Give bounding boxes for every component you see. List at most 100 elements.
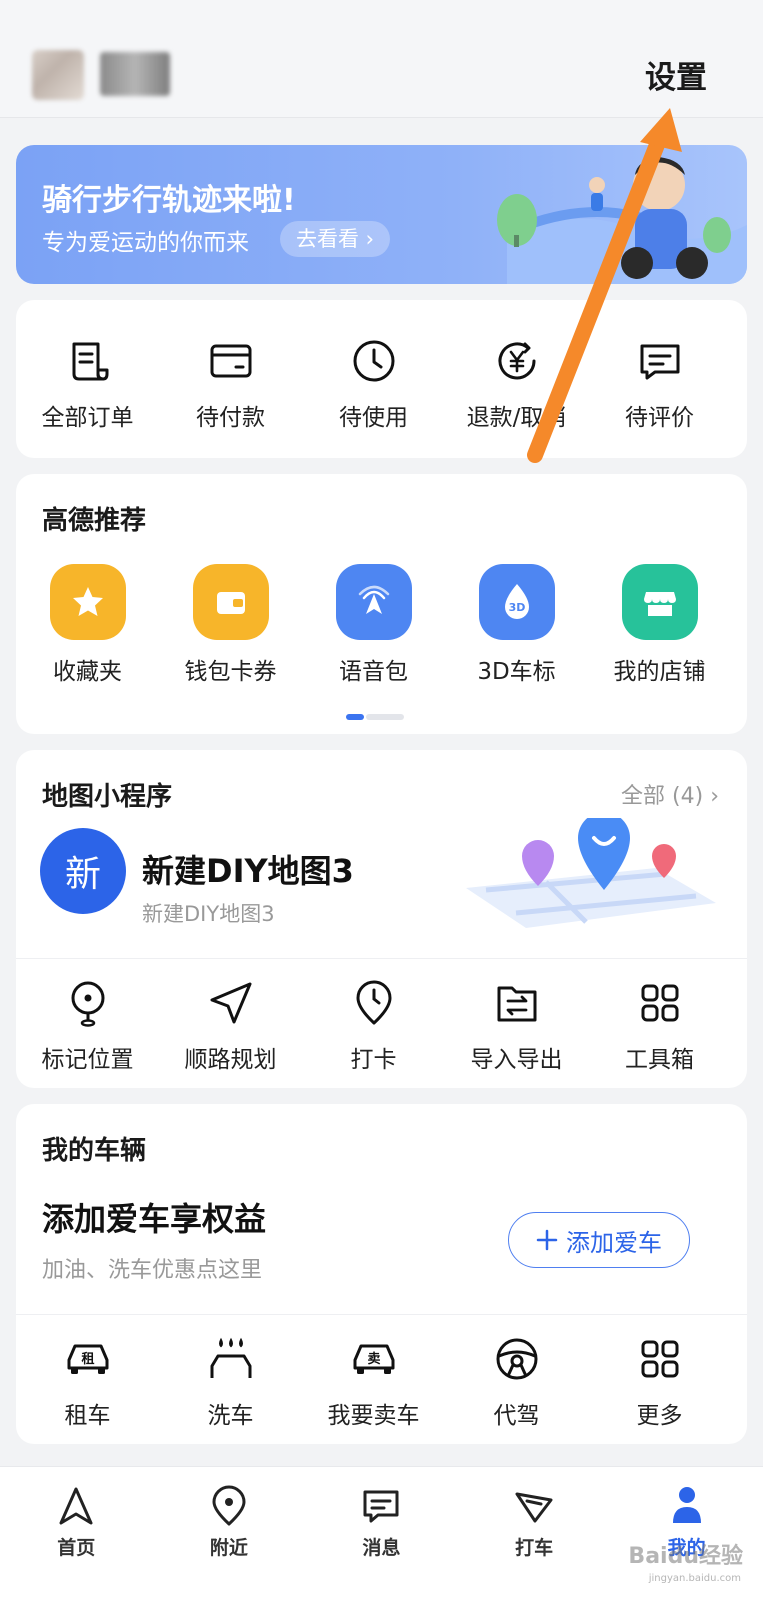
tab-home[interactable]: 首页	[0, 1467, 153, 1600]
rent-car-icon: 租	[67, 1344, 108, 1374]
diy-map-title[interactable]: 新建DIY地图3	[142, 846, 354, 892]
plus-icon	[536, 1229, 558, 1251]
tab-home-label: 首页	[57, 1537, 96, 1559]
settings-button[interactable]: 设置	[645, 52, 707, 97]
star-icon	[49, 564, 126, 640]
diy-map-avatar[interactable]: 新	[40, 828, 126, 914]
order-pending-payment[interactable]: 待付款	[159, 336, 302, 432]
order-to-review-label: 待评价	[625, 405, 694, 431]
service-more-label: 更多	[636, 1403, 683, 1429]
3d-drop-icon: 3D	[478, 564, 555, 640]
svg-text:3D: 3D	[508, 601, 525, 614]
refund-icon	[498, 342, 535, 380]
vehicle-card: 我的车辆 添加爱车享权益 加油、洗车优惠点这里 添加爱车 租 租车 洗车 卖 我…	[16, 1104, 747, 1444]
vehicle-divider	[16, 1314, 747, 1315]
profile-header: 设置	[0, 0, 763, 118]
vehicle-title: 我的车辆	[42, 1136, 147, 1166]
tool-toolbox[interactable]: 工具箱	[588, 978, 731, 1074]
banner-subtitle: 专为爱运动的你而来	[42, 230, 249, 256]
order-pending-payment-label: 待付款	[196, 405, 265, 431]
profile-icon	[672, 1487, 701, 1523]
steering-wheel-icon	[496, 1338, 537, 1380]
import-export-icon	[497, 986, 536, 1022]
favorites-shortcut[interactable]: 收藏夹	[16, 564, 159, 686]
order-refund-label: 退款/取消	[466, 405, 567, 431]
tab-messages[interactable]: 消息	[305, 1467, 458, 1600]
tab-messages-label: 消息	[362, 1537, 401, 1559]
my-shop-shortcut[interactable]: 我的店铺	[588, 564, 731, 686]
service-rent-car[interactable]: 租 租车	[16, 1334, 159, 1430]
mini-program-title: 地图小程序	[42, 782, 173, 812]
order-to-review[interactable]: 待评价	[588, 336, 731, 432]
tool-mark-location[interactable]: 标记位置	[16, 978, 159, 1074]
order-all[interactable]: 全部订单	[16, 336, 159, 432]
order-refund[interactable]: 退款/取消	[445, 336, 588, 432]
car-wash-icon	[210, 1337, 251, 1378]
checkin-icon	[356, 980, 391, 1025]
recommend-card: 高德推荐 收藏夹 钱包卡券 语音包 3D 3D车标 我的店铺	[16, 474, 747, 734]
clock-icon	[353, 340, 394, 382]
tab-taxi-label: 打车	[515, 1537, 554, 1559]
favorites-label: 收藏夹	[53, 659, 122, 685]
receipt-icon	[72, 342, 108, 381]
service-sell-car-label: 我要卖车	[327, 1403, 420, 1429]
recommend-title: 高德推荐	[42, 506, 147, 536]
wallet-icon	[192, 564, 269, 640]
watermark-url: jingyan.baidu.com	[648, 1573, 741, 1584]
grid-icon	[641, 1340, 678, 1378]
tab-nearby[interactable]: 附近	[153, 1467, 306, 1600]
tool-import-export[interactable]: 导入导出	[445, 978, 588, 1074]
my-shop-label: 我的店铺	[613, 659, 706, 685]
navigate-icon	[210, 982, 251, 1024]
order-to-use[interactable]: 待使用	[302, 336, 445, 432]
tool-checkin[interactable]: 打卡	[302, 978, 445, 1074]
avatar[interactable]	[32, 50, 84, 100]
add-car-label: 添加爱车	[566, 1228, 662, 1257]
add-car-button[interactable]: 添加爱车	[508, 1212, 690, 1268]
username-blurred[interactable]	[100, 52, 170, 96]
sell-car-icon: 卖	[353, 1344, 394, 1374]
service-more[interactable]: 更多	[588, 1334, 731, 1430]
promo-banner[interactable]: 骑行步行轨迹来啦! 专为爱运动的你而来 去看看 ›	[16, 145, 747, 284]
service-car-wash[interactable]: 洗车	[159, 1334, 302, 1430]
service-designated-driver[interactable]: 代驾	[445, 1334, 588, 1430]
mini-program-all-link[interactable]: 全部 (4) ›	[621, 778, 719, 810]
service-rent-car-label: 租车	[64, 1403, 111, 1429]
tool-import-export-label: 导入导出	[470, 1047, 563, 1073]
voice-pack-shortcut[interactable]: 语音包	[302, 564, 445, 686]
taxi-icon	[515, 1492, 553, 1523]
page-dot	[366, 714, 404, 720]
location-icon	[212, 1485, 246, 1526]
banner-go-button[interactable]: 去看看 ›	[280, 221, 391, 257]
banner-title: 骑行步行轨迹来啦!	[42, 183, 296, 218]
service-car-wash-label: 洗车	[207, 1403, 254, 1429]
vehicle-subtitle: 加油、洗车优惠点这里	[42, 1258, 263, 1283]
svg-text:卖: 卖	[367, 1351, 380, 1367]
page-indicator	[346, 714, 404, 720]
order-to-use-label: 待使用	[339, 405, 408, 431]
mini-program-divider	[16, 958, 747, 959]
service-sell-car[interactable]: 卖 我要卖车	[302, 1334, 445, 1430]
comment-icon	[640, 344, 679, 380]
pin-icon	[71, 981, 104, 1027]
vehicle-headline: 添加爱车享权益	[42, 1200, 267, 1238]
wallet-cards-label: 钱包卡券	[184, 659, 277, 685]
home-arrow-icon	[59, 1487, 93, 1525]
orders-card: 全部订单 待付款 待使用 退款/取消 待评价	[16, 300, 747, 458]
tool-route-planning[interactable]: 顺路规划	[159, 978, 302, 1074]
3d-car-logo-shortcut[interactable]: 3D 3D车标	[445, 564, 588, 686]
shop-icon	[621, 564, 698, 640]
wallet-cards-shortcut[interactable]: 钱包卡券	[159, 564, 302, 686]
grid-icon	[641, 984, 678, 1022]
service-designated-driver-label: 代驾	[493, 1403, 540, 1429]
tab-nearby-label: 附近	[209, 1537, 248, 1559]
tab-taxi[interactable]: 打车	[458, 1467, 611, 1600]
voice-arrow-icon	[335, 564, 412, 640]
tool-mark-location-label: 标记位置	[41, 1047, 134, 1073]
map-illustration	[466, 818, 716, 928]
voice-pack-label: 语音包	[339, 659, 408, 685]
banner-illustration	[497, 157, 747, 284]
message-icon	[363, 1490, 399, 1523]
mini-program-card: 地图小程序 全部 (4) › 新 新建DIY地图3 新建DIY地图3 标记位置 …	[16, 750, 747, 1088]
diy-map-subtitle: 新建DIY地图3	[142, 902, 275, 926]
